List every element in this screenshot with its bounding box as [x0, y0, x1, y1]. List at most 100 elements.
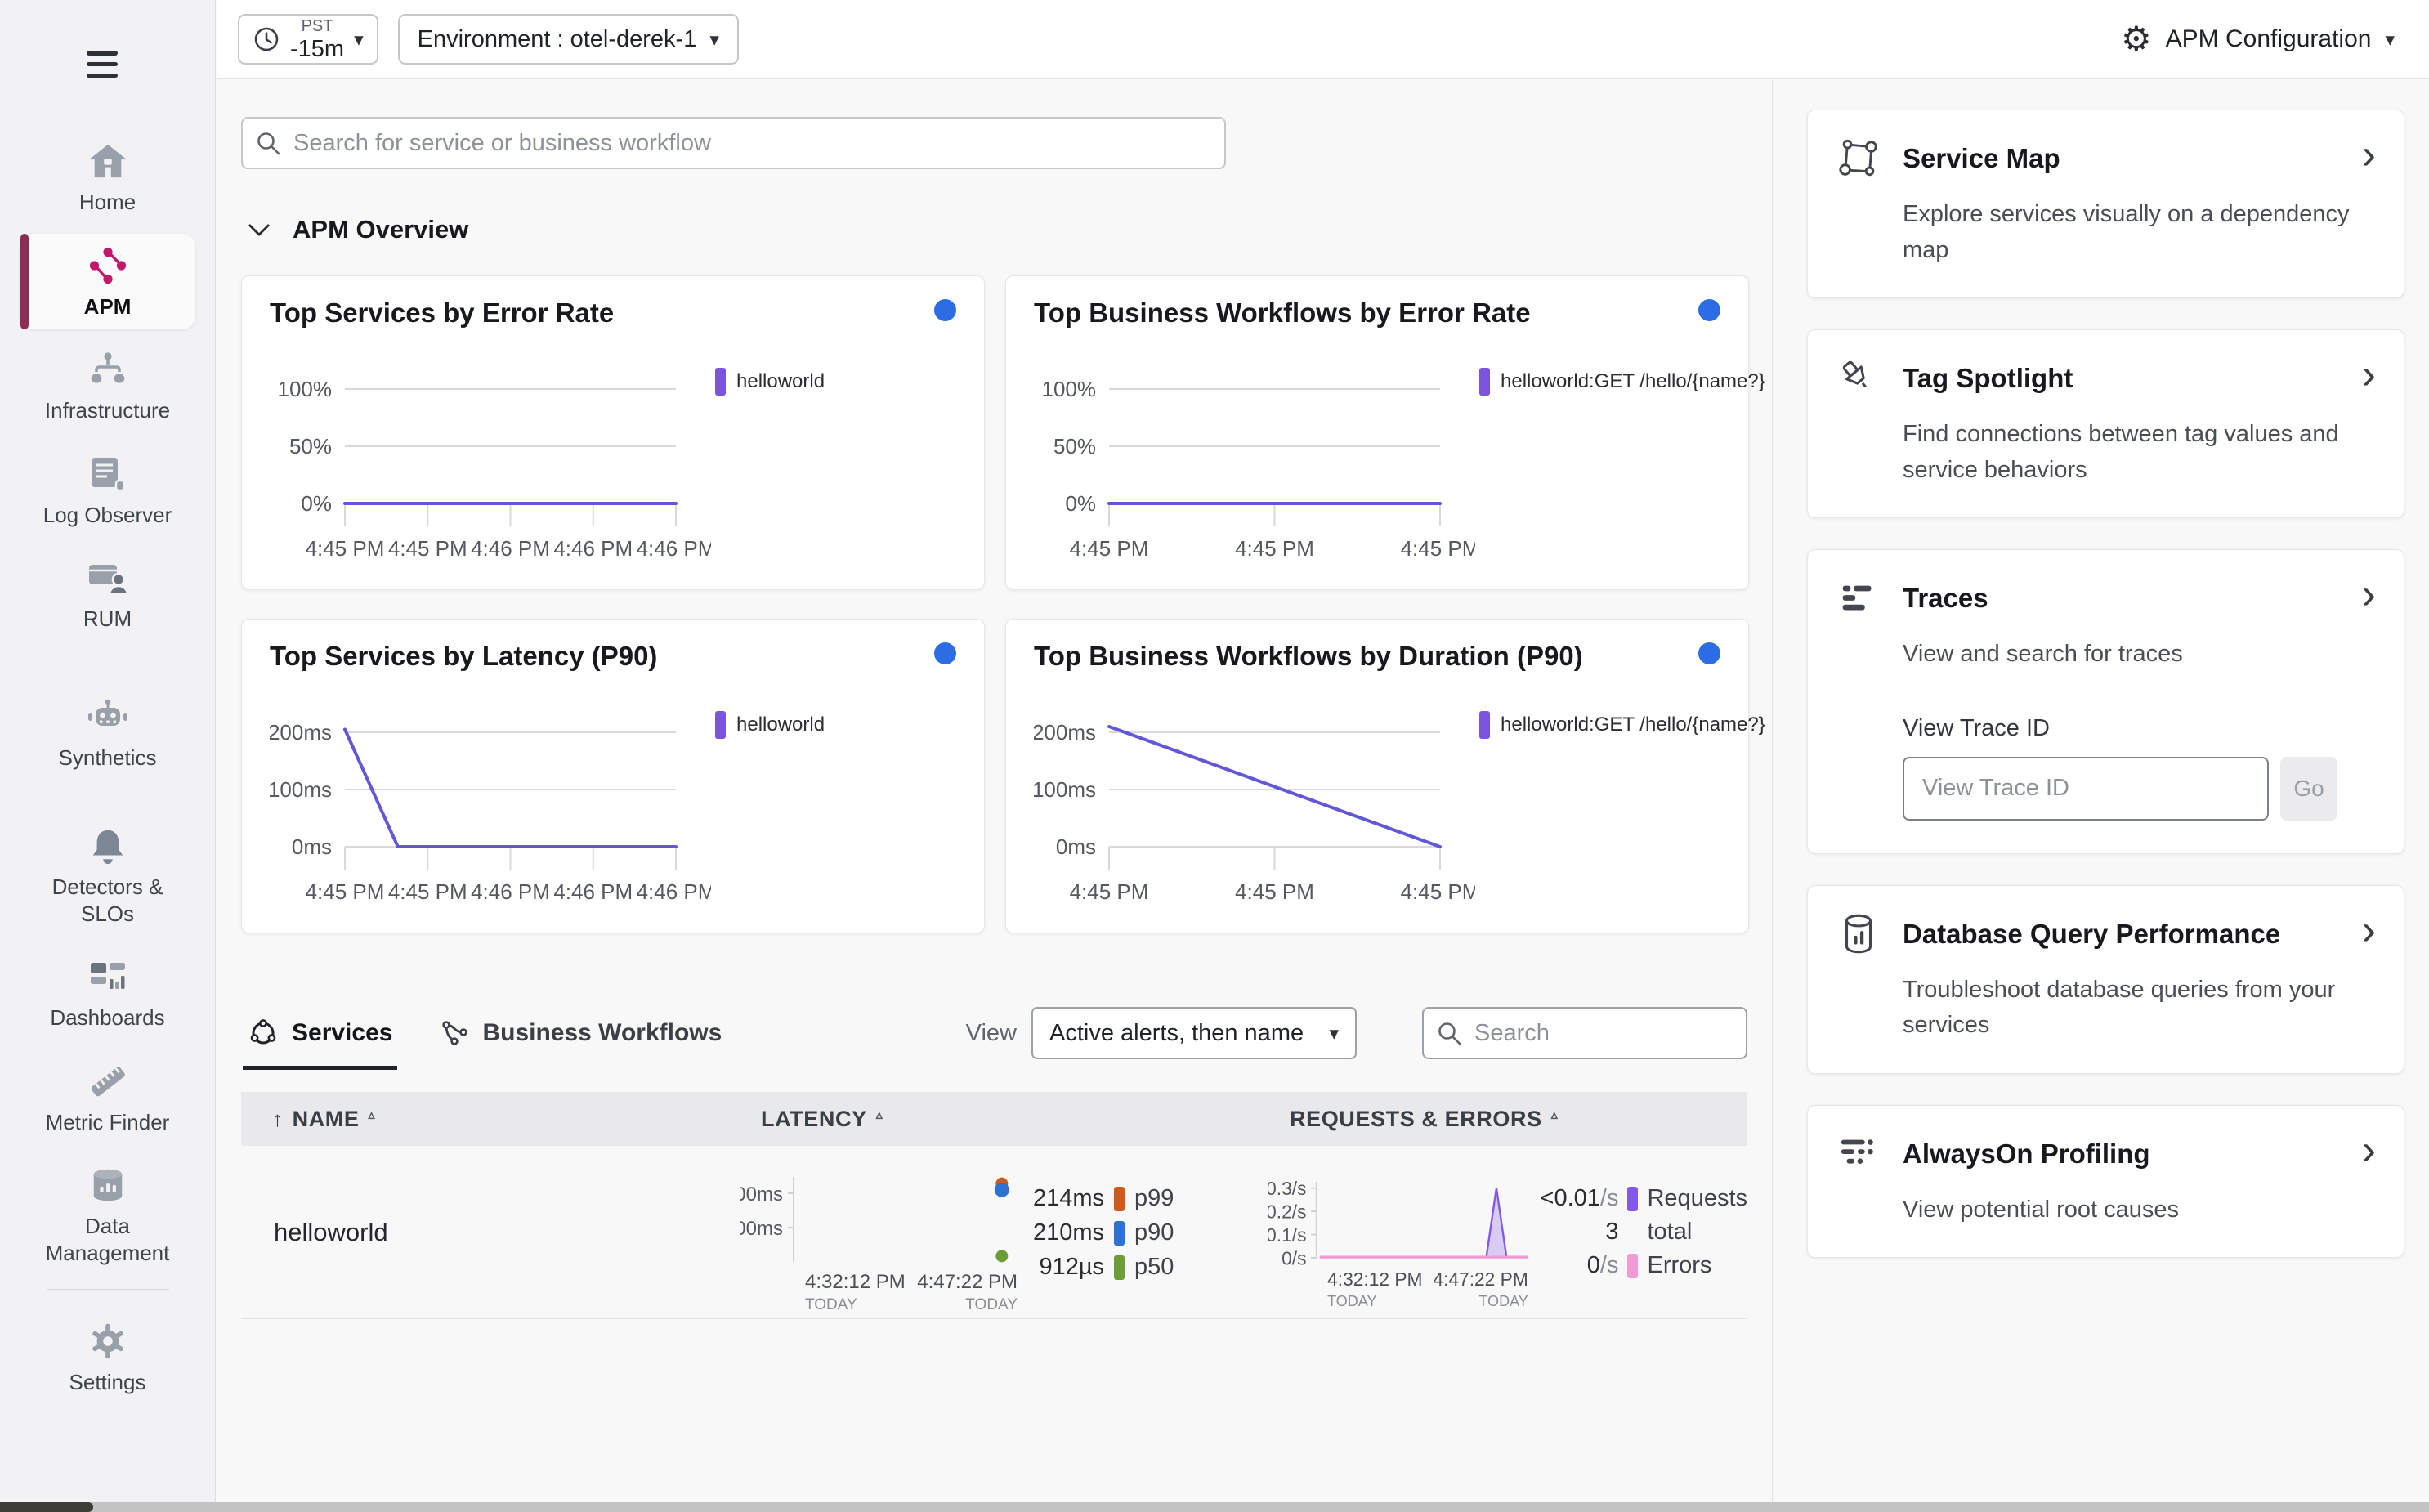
related-content-panel: Service Map › Explore services visually …: [1772, 80, 2429, 1502]
time-range-picker[interactable]: PST -15m ▾: [238, 14, 378, 65]
overview-chart-grid: Top Services by Error Rate 100% 50% 0% 4:45…: [241, 275, 1765, 933]
go-button[interactable]: Go: [2280, 756, 2337, 821]
line-chart: 200ms100ms0ms4:45 PM 4:45 PM 4:46 PM 4:46 P…: [268, 720, 715, 904]
database-query-icon: [1836, 912, 1881, 956]
sidebar-item-home[interactable]: Home: [20, 129, 195, 226]
apm-overview-section-toggle[interactable]: APM Overview: [241, 215, 1747, 244]
card-traces[interactable]: Traces › View and search for traces View…: [1807, 549, 2404, 854]
tab-business-workflows[interactable]: Business Workflows: [440, 1018, 722, 1048]
chart-legend: helloworld: [715, 711, 825, 739]
data-point-p90: [994, 1182, 1009, 1197]
x-tick-label: 4:46 PM: [637, 536, 711, 561]
chart-legend: helloworld:GET /hello/{name?}: [1479, 368, 1765, 396]
legend-label: helloworld: [736, 714, 825, 736]
column-header-latency[interactable]: LATENCY ▵: [740, 1092, 1268, 1146]
x-tick-label: 4:45 PM: [306, 536, 385, 561]
sidebar-item-infrastructure[interactable]: Infrastructure: [20, 338, 195, 434]
chevron-right-icon[interactable]: ›: [2362, 909, 2376, 951]
status-dot[interactable]: [1698, 642, 1720, 664]
status-dot[interactable]: [934, 299, 956, 321]
dashboards-icon: [89, 956, 127, 997]
view-trace-id-label: View Trace ID: [1903, 714, 2050, 741]
legend-label: helloworld:GET /hello/{name?}: [1501, 370, 1765, 392]
scrollbar-thumb[interactable]: [0, 1502, 93, 1512]
apm-configuration-label: APM Configuration: [2165, 25, 2372, 52]
column-header-requests-errors[interactable]: REQUESTS & ERRORS ▵: [1268, 1092, 1747, 1146]
sidebar-item-metric-finder[interactable]: Metric Finder: [20, 1049, 195, 1146]
horizontal-scrollbar[interactable]: [0, 1502, 2429, 1512]
column-header-name[interactable]: ↑ NAME ▵: [241, 1092, 740, 1146]
tab-services[interactable]: Services: [242, 1018, 398, 1070]
x-label: 4:47:22 PM: [917, 1271, 1018, 1293]
card-alwayson-profiling[interactable]: AlwaysOn Profiling › View potential root…: [1807, 1104, 2404, 1258]
x-tick-label: 4:46 PM: [553, 536, 633, 561]
sidebar-item-log-observer[interactable]: Log Observer: [20, 442, 195, 539]
legend-swatch: [715, 711, 726, 739]
table-search-input[interactable]: [1422, 1007, 1747, 1059]
card-service-map[interactable]: Service Map › Explore services visually …: [1807, 110, 2404, 298]
x-label: 4:47:22 PM: [1433, 1268, 1528, 1290]
y-tick-label: 100%: [278, 377, 333, 401]
synthetics-icon: [86, 696, 130, 737]
sidebar-item-dashboards[interactable]: Dashboards: [20, 945, 195, 1041]
services-icon: [250, 1019, 276, 1045]
request-spike: [1485, 1188, 1508, 1259]
table-row-helloworld[interactable]: helloworld 200ms 100ms 4:32:12 PM TODAY 4:47…: [241, 1146, 1747, 1319]
chart-legend: helloworld: [715, 368, 825, 396]
sort-triangle-icon: ▵: [1550, 1108, 1559, 1122]
y-tick-label: 100ms: [740, 1218, 783, 1240]
sidebar-item-data-management[interactable]: Data Management: [20, 1153, 195, 1276]
legend-label: helloworld: [736, 370, 825, 392]
log-observer-icon: [89, 454, 127, 494]
search-icon: [1438, 1022, 1461, 1045]
chevron-right-icon[interactable]: ›: [2362, 353, 2376, 395]
nav-divider: [46, 1289, 169, 1290]
chart-title: Top Business Workflows by Error Rate: [1034, 297, 1531, 328]
search-icon: [257, 132, 280, 155]
database-icon: [89, 1165, 127, 1206]
y-tick-label: 0%: [1065, 491, 1096, 516]
trace-id-input[interactable]: [1903, 756, 2269, 821]
service-map-icon: [1836, 136, 1881, 181]
status-dot[interactable]: [1698, 299, 1720, 321]
apm-configuration-menu[interactable]: ⚙ APM Configuration ▾: [2121, 22, 2395, 56]
y-tick-label: 0.3/s: [1268, 1178, 1306, 1199]
traces-icon: [1836, 576, 1881, 620]
service-search-input[interactable]: [241, 117, 1226, 169]
sidebar-item-detectors-slos[interactable]: Detectors & SLOs: [20, 814, 195, 937]
sidebar-item-apm[interactable]: APM: [20, 233, 195, 329]
status-dot[interactable]: [934, 642, 956, 664]
menu-toggle-icon[interactable]: [87, 51, 118, 78]
card-database-query-performance[interactable]: Database Query Performance › Troubleshoo…: [1807, 884, 2404, 1074]
chevron-right-icon[interactable]: ›: [2362, 1129, 2376, 1170]
x-tick-label: 4:45 PM: [1070, 536, 1149, 561]
sidebar-item-rum[interactable]: RUM: [20, 546, 195, 642]
trace-id-form: Go: [1903, 756, 2376, 821]
service-search: [241, 117, 1226, 169]
chevron-right-icon[interactable]: ›: [2362, 573, 2376, 615]
sort-ascending-icon: ↑: [272, 1106, 284, 1131]
series-line: [343, 727, 678, 848]
environment-dropdown[interactable]: Environment : otel-derek-1 ▾: [397, 14, 739, 65]
view-select[interactable]: Active alerts, then name ▾: [1031, 1007, 1357, 1059]
chart-card-top-workflows-duration: Top Business Workflows by Duration (P90)…: [1005, 619, 1765, 933]
active-indicator-bar: [20, 233, 29, 329]
x-tick-label: 4:45 PM: [1070, 879, 1149, 904]
settings-gear-icon: [89, 1321, 127, 1362]
chart-card-top-services-error-rate: Top Services by Error Rate 100% 50% 0% 4:45…: [241, 275, 985, 590]
y-tick-label: 200ms: [270, 720, 332, 745]
latency-sparkline: 200ms 100ms 4:32:12 PM TODAY 4:47:22 PM TODAY: [740, 1177, 1018, 1313]
chevron-right-icon[interactable]: ›: [2362, 133, 2376, 175]
y-tick-label: 0.1/s: [1268, 1224, 1306, 1246]
apm-icon: [88, 245, 127, 286]
x-tick-label: 4:45 PM: [1235, 879, 1314, 904]
card-tag-spotlight[interactable]: Tag Spotlight › Find connections between…: [1807, 329, 2404, 518]
topbar: PST -15m ▾ Environment : otel-derek-1 ▾ …: [217, 0, 2429, 79]
y-tick-label: 0%: [301, 491, 332, 516]
sidebar-item-settings[interactable]: Settings: [20, 1309, 195, 1406]
sidebar-item-synthetics[interactable]: Synthetics: [20, 685, 195, 781]
line-chart: 100% 50% 0% 4:45 PM 4:45 PM 4:45 PM: [1042, 377, 1480, 561]
x-tick-label: 4:45 PM: [1401, 536, 1475, 561]
x-tick-label: 4:45 PM: [1235, 536, 1314, 561]
services-table: ↑ NAME ▵ LATENCY ▵ REQUESTS & ERRORS ▵ h…: [241, 1092, 1747, 1319]
